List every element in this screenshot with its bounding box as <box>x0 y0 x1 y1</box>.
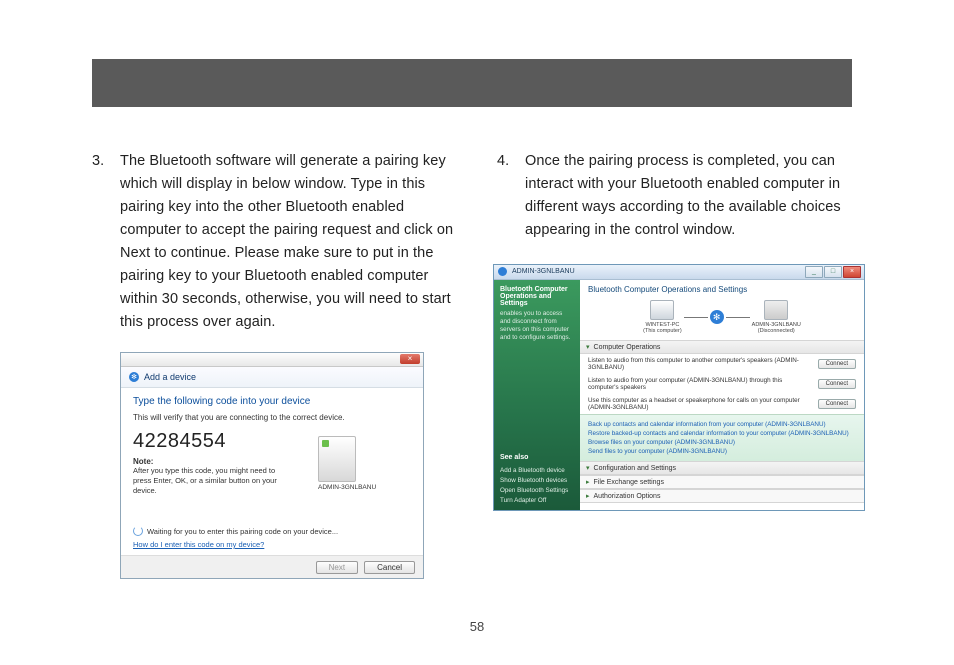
step-text: Once the pairing process is completed, y… <box>525 150 862 242</box>
collapse-icon: ▾ <box>586 343 590 351</box>
bluetooth-icon: ✻ <box>129 372 139 382</box>
add-device-dialog: × ✻ Add a device Type the following code… <box>120 352 424 579</box>
operation-text: Listen to audio from your computer (ADMI… <box>588 377 812 391</box>
connect-button[interactable]: Connect <box>818 359 856 369</box>
next-button[interactable]: Next <box>316 561 358 574</box>
sidebar-link[interactable]: Turn Adapter Off <box>500 497 574 504</box>
subsection-label: File Exchange settings <box>594 479 664 486</box>
operation-text: Listen to audio from this computer to an… <box>588 357 812 371</box>
computer-sub: (Disconnected) <box>758 328 795 334</box>
spinner-icon <box>133 526 143 536</box>
step-3-paragraph: 3. The Bluetooth software will generate … <box>92 150 455 334</box>
bluetooth-icon: ✻ <box>710 310 724 324</box>
connect-button[interactable]: Connect <box>818 399 856 409</box>
dialog-titlebar: × <box>121 353 423 367</box>
code-block: 42284554 Note: After you type this code,… <box>133 430 293 496</box>
step-text: The Bluetooth software will generate a p… <box>120 150 455 334</box>
section-computer-operations[interactable]: ▾ Computer Operations <box>580 340 864 354</box>
column-right: 4. Once the pairing process is completed… <box>497 150 862 579</box>
operation-text: Use this computer as a headset or speake… <box>588 397 812 411</box>
operation-link[interactable]: Send files to your computer (ADMIN-3GNLB… <box>588 448 856 455</box>
operation-links: Back up contacts and calendar informatio… <box>580 414 864 461</box>
column-left: 3. The Bluetooth software will generate … <box>92 150 455 579</box>
maximize-button[interactable]: □ <box>824 266 842 278</box>
operation-row: Listen to audio from this computer to an… <box>580 354 864 374</box>
main-panel: Bluetooth Computer Operations and Settin… <box>580 280 864 510</box>
sidebar-link[interactable]: Show Bluetooth devices <box>500 477 574 484</box>
sidebar-link[interactable]: Add a Bluetooth device <box>500 467 574 474</box>
step-4-paragraph: 4. Once the pairing process is completed… <box>497 150 862 242</box>
step-number: 3. <box>92 150 120 334</box>
device-block: ADMIN-3GNLBANU <box>318 436 376 491</box>
window-titlebar: ADMIN-3GNLBANU _ □ × <box>494 265 864 280</box>
operation-link[interactable]: Browse files on your computer (ADMIN-3GN… <box>588 439 856 446</box>
waiting-text: Waiting for you to enter this pairing co… <box>147 527 338 536</box>
remote-computer: ADMIN-3GNLBANU (Disconnected) <box>752 300 801 334</box>
section-label: Computer Operations <box>594 344 661 351</box>
sidebar-desc: enables you to access and disconnect fro… <box>500 310 574 342</box>
minimize-button[interactable]: _ <box>805 266 823 278</box>
cancel-button[interactable]: Cancel <box>364 561 415 574</box>
dialog-header-text: Add a device <box>144 372 196 382</box>
window-buttons: _ □ × <box>805 266 861 278</box>
expand-icon: ▸ <box>586 492 590 500</box>
content-columns: 3. The Bluetooth software will generate … <box>92 150 862 579</box>
computer-icon <box>650 300 674 320</box>
expand-icon: ▸ <box>586 478 590 486</box>
dialog-header: ✻ Add a device <box>121 367 423 388</box>
bluetooth-icon <box>498 267 507 276</box>
window-body: Bluetooth Computer Operations and Settin… <box>494 280 864 510</box>
sidebar: Bluetooth Computer Operations and Settin… <box>494 280 580 510</box>
connection-diagram: WINTEST-PC (This computer) ✻ ADMIN-3GNLB… <box>580 298 864 340</box>
subsection-authorization[interactable]: ▸ Authorization Options <box>580 489 864 503</box>
sidebar-link[interactable]: Open Bluetooth Settings <box>500 487 574 494</box>
dialog-footer: Next Cancel <box>121 555 423 578</box>
page-number: 58 <box>0 619 954 634</box>
step-number: 4. <box>497 150 525 242</box>
verify-text: This will verify that you are connecting… <box>133 413 411 422</box>
waiting-status: Waiting for you to enter this pairing co… <box>133 526 411 536</box>
device-name: ADMIN-3GNLBANU <box>318 484 376 491</box>
header-bar <box>92 59 852 107</box>
note-text: After you type this code, you might need… <box>133 466 293 496</box>
computer-icon <box>764 300 788 320</box>
operation-row: Listen to audio from your computer (ADMI… <box>580 374 864 394</box>
computer-sub: (This computer) <box>643 328 682 334</box>
close-button[interactable]: × <box>843 266 861 278</box>
section-label: Configuration and Settings <box>594 465 677 472</box>
connect-button[interactable]: Connect <box>818 379 856 389</box>
section-configuration[interactable]: ▾ Configuration and Settings <box>580 461 864 475</box>
sidebar-title: Bluetooth Computer Operations and Settin… <box>500 286 574 307</box>
pairing-code: 42284554 <box>133 430 293 453</box>
bluetooth-operations-window: ADMIN-3GNLBANU _ □ × Bluetooth Computer … <box>493 264 865 511</box>
collapse-icon: ▾ <box>586 464 590 472</box>
main-title: Bluetooth Computer Operations and Settin… <box>580 280 864 298</box>
device-icon <box>318 436 356 482</box>
this-computer: WINTEST-PC (This computer) <box>643 300 682 334</box>
operation-row: Use this computer as a headset or speake… <box>580 394 864 414</box>
window-title: ADMIN-3GNLBANU <box>512 268 575 275</box>
pairing-prompt: Type the following code into your device <box>133 396 411 407</box>
subsection-label: Authorization Options <box>594 493 661 500</box>
see-also-heading: See also <box>500 454 574 461</box>
close-button[interactable]: × <box>400 354 420 364</box>
operation-link[interactable]: Back up contacts and calendar informatio… <box>588 421 856 428</box>
code-row: 42284554 Note: After you type this code,… <box>133 430 411 496</box>
help-link[interactable]: How do I enter this code on my device? <box>133 540 411 549</box>
subsection-file-exchange[interactable]: ▸ File Exchange settings <box>580 475 864 489</box>
operation-link[interactable]: Restore backed-up contacts and calendar … <box>588 430 856 437</box>
dialog-body: Type the following code into your device… <box>121 388 423 555</box>
note-heading: Note: <box>133 457 293 466</box>
